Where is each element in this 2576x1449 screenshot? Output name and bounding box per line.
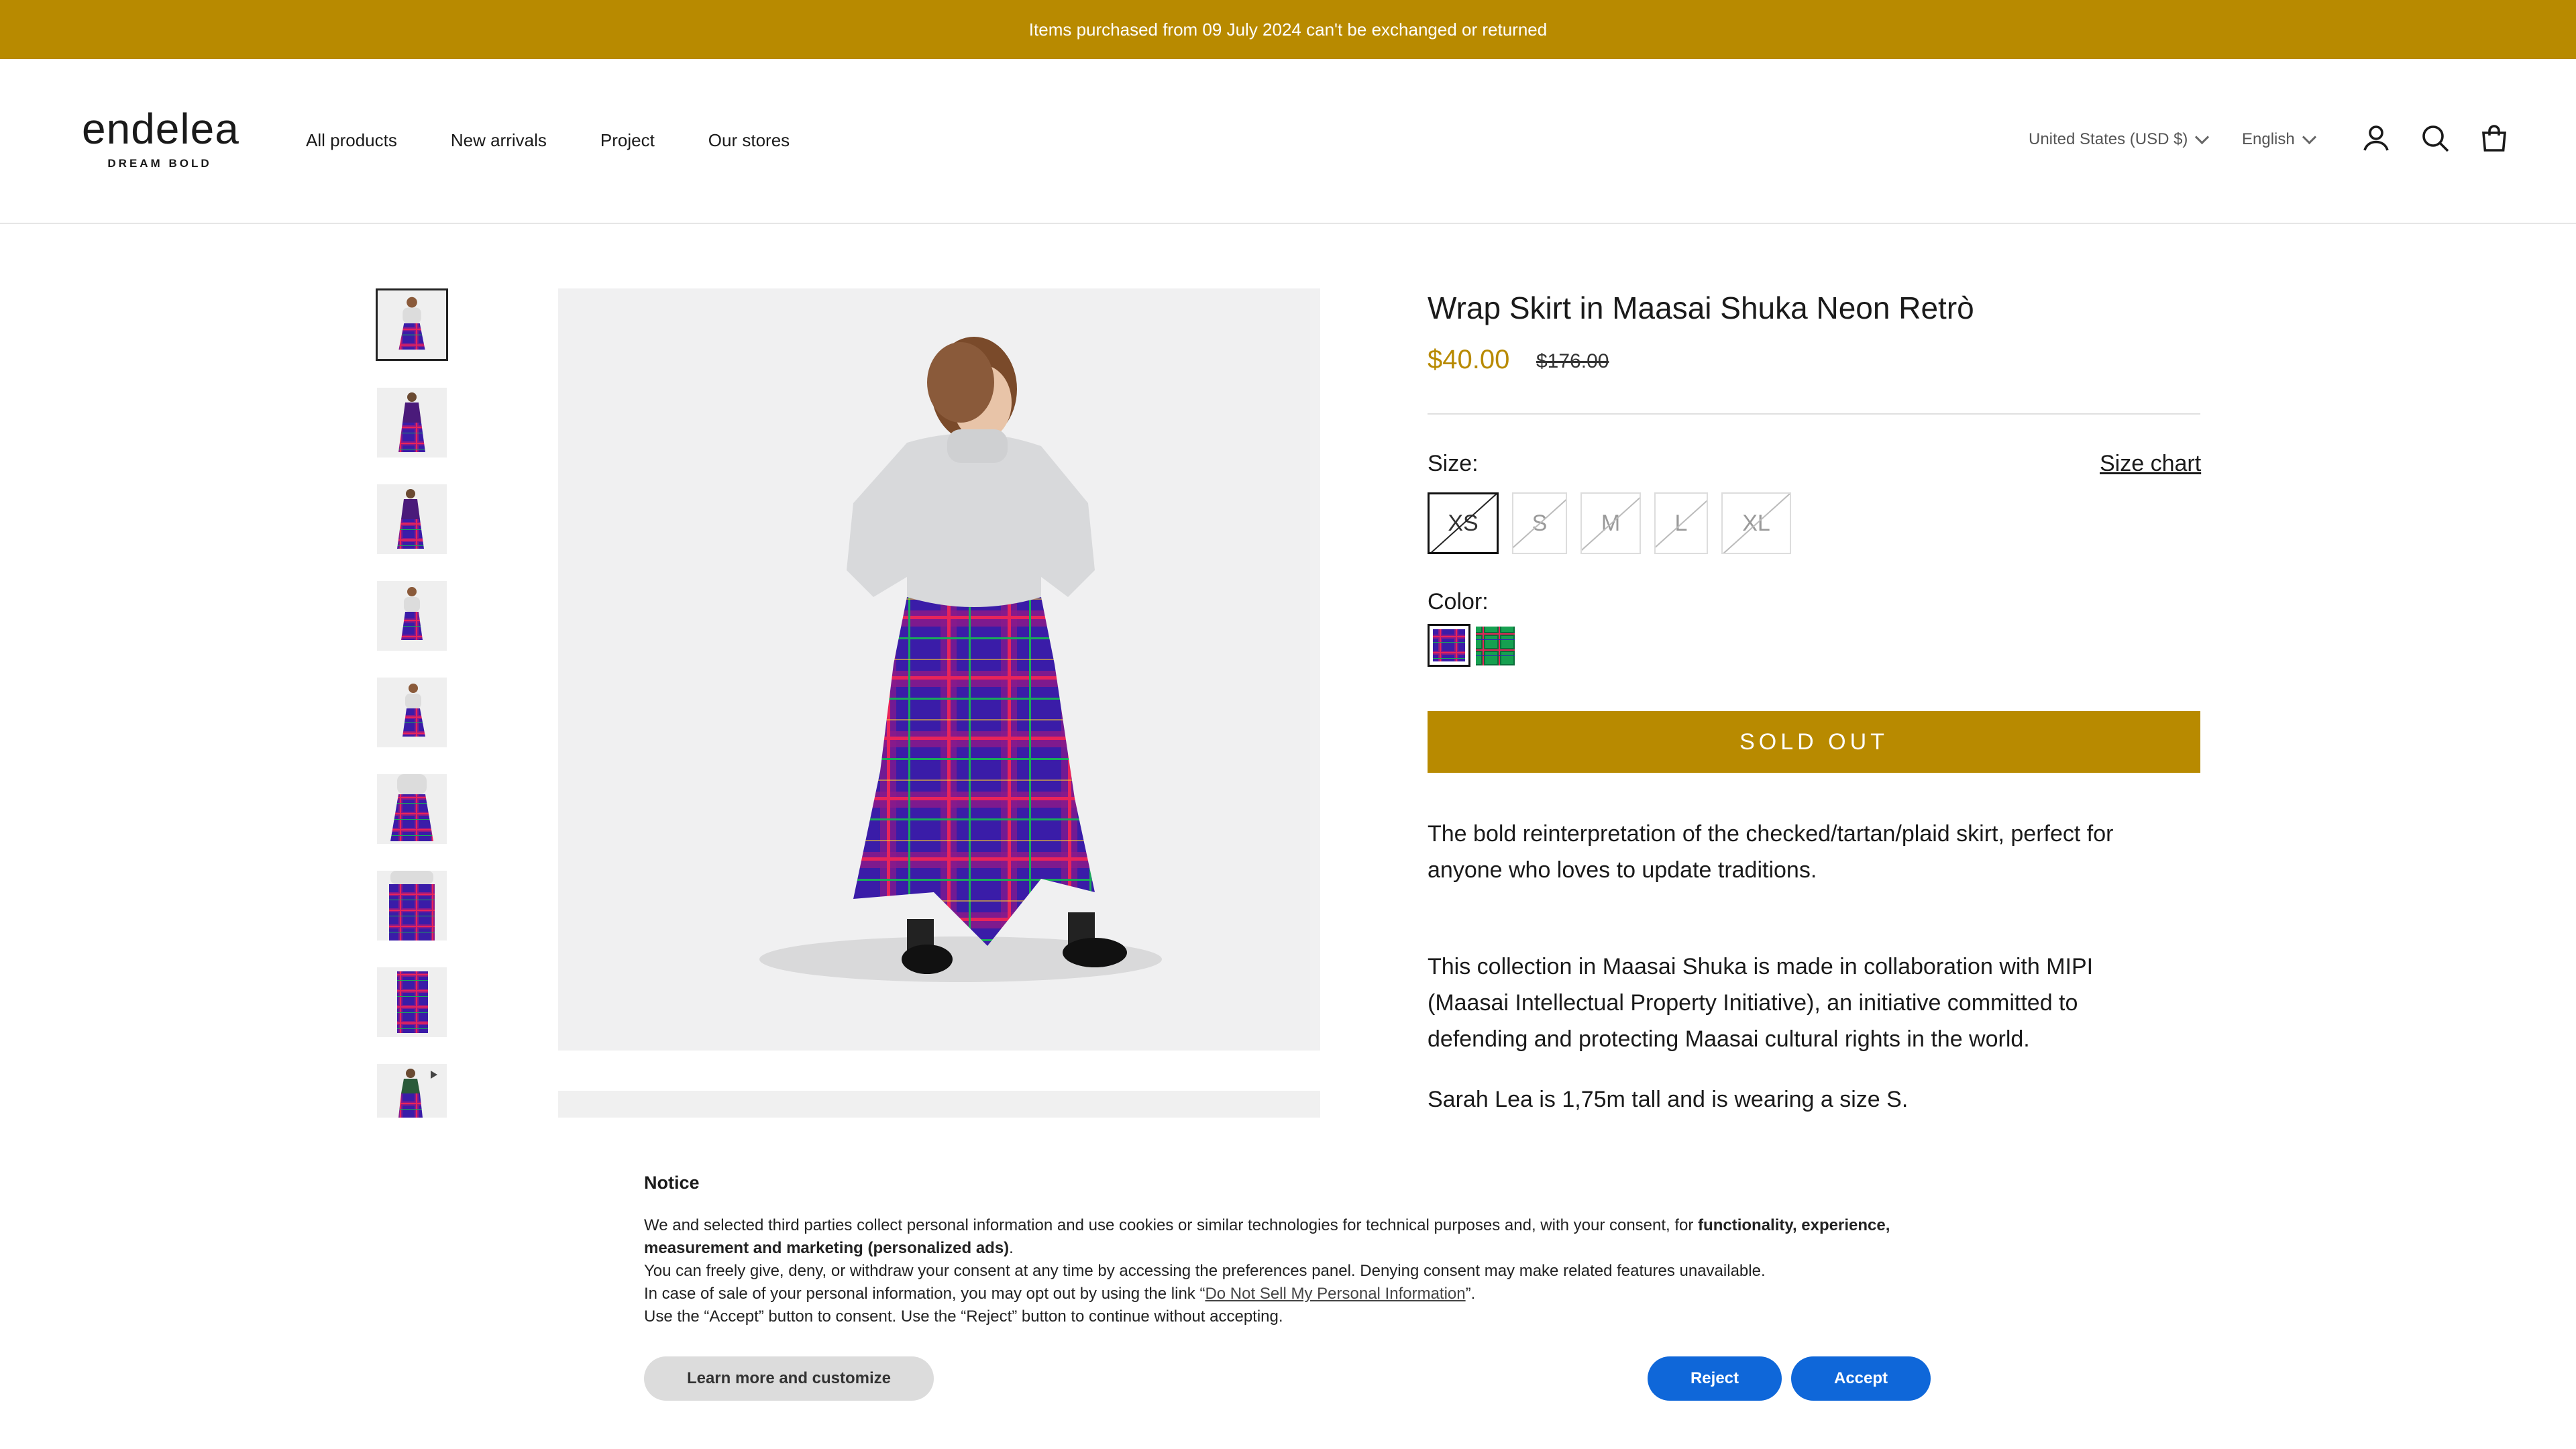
product-photo: [558, 288, 1320, 1051]
size-option-xs[interactable]: XS: [1428, 492, 1499, 554]
color-swatch-green-plaid[interactable]: [1476, 627, 1515, 665]
product-thumbnail-image: [377, 1064, 447, 1118]
product-main-image[interactable]: [558, 288, 1320, 1051]
size-option-l[interactable]: L: [1654, 492, 1708, 554]
size-option-xl[interactable]: XL: [1721, 492, 1791, 554]
thumbnail-9[interactable]: [377, 1064, 447, 1118]
notice-line-4: Use the “Accept” button to consent. Use …: [644, 1307, 1283, 1326]
notice-text: We and selected third parties collect pe…: [644, 1216, 1699, 1234]
product-second-image[interactable]: [558, 1091, 1320, 1118]
notice-line-1: We and selected third parties collect pe…: [644, 1214, 1959, 1260]
accept-button[interactable]: Accept: [1791, 1356, 1931, 1401]
product-thumbnail-image: [377, 581, 447, 651]
country-label: United States (USD $): [2029, 130, 2188, 148]
product-thumbnail-image: [377, 484, 447, 554]
thumbnail-1[interactable]: [376, 288, 448, 361]
unavailable-slash: [1513, 498, 1566, 549]
size-label: Size:: [1428, 451, 1479, 476]
announcement-bar: Items purchased from 09 July 2024 can't …: [0, 0, 2576, 59]
product-thumbnail-image: [378, 290, 446, 359]
sold-out-button[interactable]: SOLD OUT: [1428, 711, 2200, 773]
size-option-m[interactable]: M: [1580, 492, 1641, 554]
product-thumbnail-image: [377, 871, 447, 941]
nav-item-project[interactable]: Project: [600, 130, 655, 151]
main-nav: All products New arrivals Project Our st…: [306, 130, 790, 151]
reject-button[interactable]: Reject: [1648, 1356, 1782, 1401]
nav-item-our-stores[interactable]: Our stores: [708, 130, 790, 151]
unavailable-slash: [1430, 494, 1497, 552]
divider: [1428, 413, 2200, 415]
product-thumbnail-image: [377, 774, 447, 844]
language-selector[interactable]: English: [2242, 129, 2316, 149]
product-description-3: Sarah Lea is 1,75m tall and is wearing a…: [1428, 1087, 1909, 1112]
notice-text: ”.: [1465, 1285, 1476, 1303]
size-option-s[interactable]: S: [1512, 492, 1567, 554]
color-label: Color:: [1428, 589, 1489, 614]
notice-line-2: You can freely give, deny, or withdraw y…: [644, 1262, 1766, 1280]
thumbnail-3[interactable]: [377, 484, 447, 554]
thumbnail-8[interactable]: [377, 967, 447, 1037]
product-thumbnail-image: [377, 678, 447, 747]
learn-more-button[interactable]: Learn more and customize: [644, 1356, 934, 1401]
thumbnail-5[interactable]: [377, 678, 447, 747]
unavailable-slash: [1723, 494, 1790, 553]
product-price: $40.00: [1428, 345, 1510, 374]
product-description-1: The bold reinterpretation of the checked…: [1428, 821, 2114, 883]
nav-item-all-products[interactable]: All products: [306, 130, 397, 151]
chevron-down-icon: [2195, 129, 2210, 144]
unavailable-slash: [1656, 499, 1707, 549]
site-header: endelea DREAM BOLD All products New arri…: [0, 59, 2576, 224]
language-label: English: [2242, 130, 2295, 148]
account-icon[interactable]: [2360, 122, 2392, 154]
notice-body: We and selected third parties collect pe…: [644, 1214, 1959, 1328]
notice-title: Notice: [644, 1173, 700, 1193]
cart-icon[interactable]: [2478, 122, 2510, 154]
announcement-text: Items purchased from 09 July 2024 can't …: [1028, 19, 1548, 40]
size-chart-link[interactable]: Size chart: [2100, 451, 2201, 477]
brand-logo[interactable]: endelea DREAM BOLD: [82, 105, 239, 170]
do-not-sell-link[interactable]: Do Not Sell My Personal Information: [1205, 1285, 1465, 1303]
search-icon[interactable]: [2419, 122, 2451, 154]
notice-text: .: [1009, 1239, 1014, 1257]
thumbnail-4[interactable]: [377, 581, 447, 651]
brand-tagline: DREAM BOLD: [107, 157, 212, 170]
green-plaid-swatch-image: [1476, 627, 1515, 665]
unavailable-slash: [1582, 496, 1640, 552]
product-title: Wrap Skirt in Maasai Shuka Neon Retrò: [1428, 290, 1974, 325]
thumbnail-7[interactable]: [377, 871, 447, 941]
thumbnail-2[interactable]: [377, 388, 447, 458]
chevron-down-icon: [2302, 129, 2316, 144]
notice-line-3: In case of sale of your personal informa…: [644, 1283, 1959, 1305]
product-thumbnail-image: [377, 967, 447, 1037]
product-thumbnail-image: [377, 388, 447, 458]
color-swatch-purple-plaid[interactable]: [1428, 624, 1470, 667]
nav-item-new-arrivals[interactable]: New arrivals: [451, 130, 547, 151]
notice-text: In case of sale of your personal informa…: [644, 1285, 1205, 1303]
purple-plaid-swatch-image: [1433, 629, 1465, 661]
country-selector[interactable]: United States (USD $): [2029, 129, 2210, 149]
product-description-2: This collection in Maasai Shuka is made …: [1428, 954, 2094, 1052]
brand-name: endelea: [82, 105, 239, 153]
product-compare-price: $176.00: [1536, 350, 1609, 372]
thumbnail-6[interactable]: [377, 774, 447, 844]
